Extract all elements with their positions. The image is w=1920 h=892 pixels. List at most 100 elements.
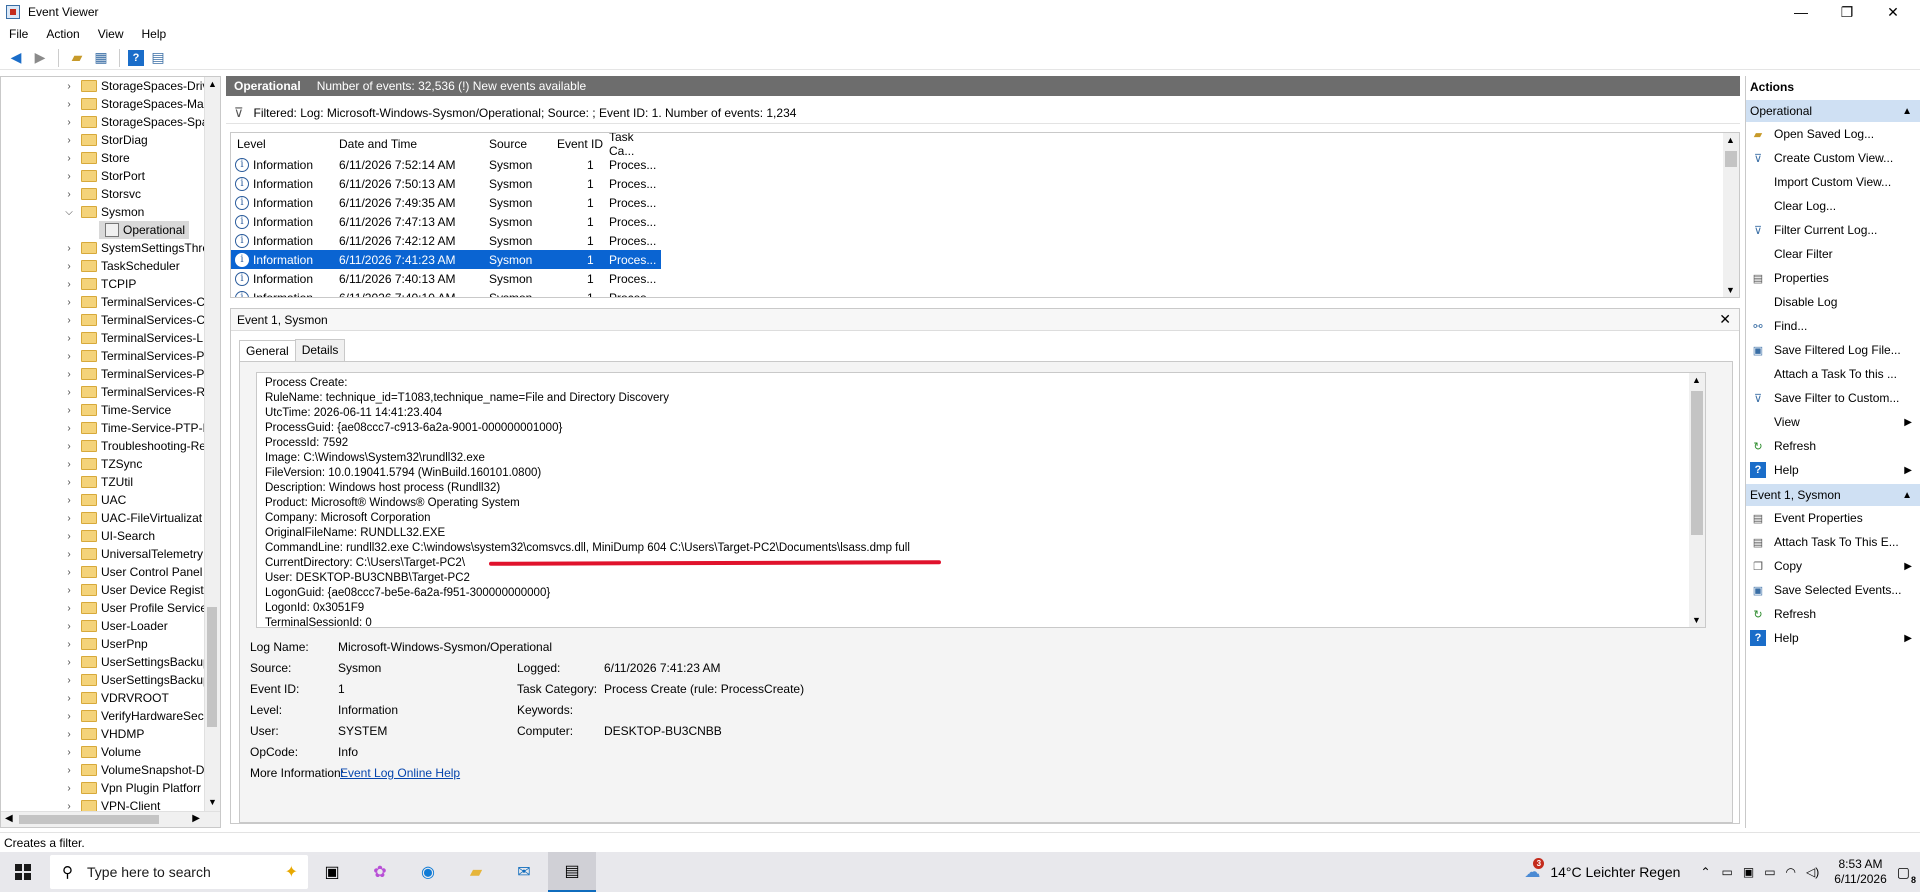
chevron-right-icon[interactable]: › <box>63 315 75 326</box>
chevron-right-icon[interactable]: › <box>63 801 75 812</box>
tree-item[interactable]: › TerminalServices-R <box>63 383 205 401</box>
action-item[interactable]: ↻ Refresh <box>1746 434 1920 458</box>
tree-item[interactable]: › TerminalServices-L <box>63 329 203 347</box>
action-item[interactable]: Import Custom View... <box>1746 170 1920 194</box>
tree-item[interactable]: › TZSync <box>63 455 142 473</box>
tree-hscroll-thumb[interactable] <box>19 815 159 824</box>
tree-item[interactable]: › VolumeSnapshot-D <box>63 761 204 779</box>
action-item[interactable]: ? Help ▶ <box>1746 626 1920 650</box>
tree-item[interactable]: › Time-Service-PTP-I <box>63 419 206 437</box>
tree-item[interactable]: › TCPIP <box>63 275 136 293</box>
event-row[interactable]: i Information 6/11/2026 7:41:23 AM Sysmon 1 P… <box>231 250 661 269</box>
close-icon[interactable]: ✕ <box>1719 311 1731 328</box>
chevron-right-icon[interactable]: › <box>63 243 75 254</box>
up-folder-icon[interactable]: ▰ <box>67 48 87 68</box>
chevron-right-icon[interactable]: › <box>63 675 75 686</box>
tree-item[interactable]: › Volume <box>63 743 141 761</box>
volume-icon[interactable]: ◁) <box>1806 865 1819 879</box>
collapse-caret-icon[interactable]: ▲ <box>1902 490 1912 501</box>
copilot-icon[interactable]: ✿ <box>356 852 404 892</box>
show-hide-tree-icon[interactable]: ▦ <box>91 48 111 68</box>
menu-help[interactable]: Help <box>133 27 176 41</box>
chevron-right-icon[interactable]: › <box>63 279 75 290</box>
event-row[interactable]: i Information 6/11/2026 7:47:13 AM Sysmon 1 P… <box>231 212 661 231</box>
action-item[interactable]: ▰ Open Saved Log... <box>1746 122 1920 146</box>
menu-action[interactable]: Action <box>37 27 88 41</box>
chevron-right-icon[interactable]: › <box>63 459 75 470</box>
display-icon[interactable]: ▭ <box>1764 865 1775 879</box>
tree-item[interactable]: › UAC <box>63 491 126 509</box>
actions-section-event[interactable]: Event 1, Sysmon ▲ <box>1746 484 1920 506</box>
minimize-button[interactable]: — <box>1778 0 1824 24</box>
action-item[interactable]: Attach a Task To this ... <box>1746 362 1920 386</box>
description-scroll-thumb[interactable] <box>1691 391 1703 535</box>
actions-section-operational[interactable]: Operational ▲ <box>1746 100 1920 122</box>
tree-item[interactable]: › User-Loader <box>63 617 167 635</box>
chevron-right-icon[interactable]: › <box>63 441 75 452</box>
action-item[interactable]: ▤ Attach Task To This E... <box>1746 530 1920 554</box>
chevron-right-icon[interactable]: › <box>63 99 75 110</box>
tree-item[interactable]: › UserSettingsBackup <box>63 653 209 671</box>
tree-item[interactable]: › StorDiag <box>63 131 147 149</box>
action-item[interactable]: ↻ Refresh <box>1746 602 1920 626</box>
tree-item[interactable]: › TerminalServices-C <box>63 293 205 311</box>
notification-icon[interactable]: ▢ 8 <box>1897 864 1916 885</box>
tree-item[interactable]: › Store <box>63 149 129 167</box>
chevron-right-icon[interactable]: › <box>63 549 75 560</box>
forward-arrow-icon[interactable]: ▶ <box>30 48 50 68</box>
chevron-right-icon[interactable]: › <box>63 351 75 362</box>
menu-view[interactable]: View <box>89 27 133 41</box>
taskbar-search-box[interactable]: ⚲ Type here to search ✦ <box>50 855 308 889</box>
outlook-icon[interactable]: ✉ <box>500 852 548 892</box>
action-item[interactable]: ⊽ Filter Current Log... <box>1746 218 1920 242</box>
tree-item[interactable]: › Troubleshooting-Re <box>63 437 206 455</box>
tree-item[interactable]: › User Device Registr <box>63 581 207 599</box>
tree-item[interactable]: › TaskScheduler <box>63 257 179 275</box>
action-item[interactable]: ▤ Properties <box>1746 266 1920 290</box>
event-log-online-help-link[interactable]: Event Log Online Help <box>340 766 460 780</box>
tree-vertical-scrollbar[interactable]: ▲ ▼ <box>204 77 220 827</box>
collapse-caret-icon[interactable]: ▲ <box>1902 106 1912 117</box>
chevron-right-icon[interactable]: › <box>63 783 75 794</box>
tree-item[interactable]: › Time-Service <box>63 401 171 419</box>
action-item[interactable]: ? Help ▶ <box>1746 458 1920 482</box>
tree-horizontal-scrollbar[interactable]: ◀ ▶ <box>1 811 220 827</box>
chevron-right-icon[interactable]: › <box>63 495 75 506</box>
tree-item[interactable]: › VerifyHardwareSecu <box>63 707 210 725</box>
chevron-right-icon[interactable]: › <box>63 387 75 398</box>
menu-file[interactable]: File <box>0 27 37 41</box>
chevron-right-icon[interactable]: › <box>63 153 75 164</box>
file-explorer-icon[interactable]: ▰ <box>452 852 500 892</box>
tree-item[interactable]: › StorageSpaces-Driv <box>63 77 208 95</box>
action-item[interactable]: ⊽ Save Filter to Custom... <box>1746 386 1920 410</box>
tree-item[interactable]: › UniversalTelemetry <box>63 545 203 563</box>
tree-item[interactable]: › TerminalServices-P <box>63 347 204 365</box>
weather-text[interactable]: 14°C Leichter Regen <box>1550 864 1680 880</box>
start-button[interactable] <box>0 852 46 892</box>
tree-item[interactable]: ⌵ Sysmon <box>63 203 144 221</box>
action-item[interactable]: ▣ Save Filtered Log File... <box>1746 338 1920 362</box>
chevron-right-icon[interactable]: › <box>63 81 75 92</box>
event-row[interactable]: i Information 6/11/2026 7:40:10 AM Sysmon 1 P… <box>231 288 661 297</box>
chevron-right-icon[interactable]: › <box>63 729 75 740</box>
chevron-right-icon[interactable]: › <box>63 639 75 650</box>
task-view-icon[interactable]: ▣ <box>308 852 356 892</box>
tree-item[interactable]: › StorPort <box>63 167 145 185</box>
tree-item[interactable]: › UAC-FileVirtualizat <box>63 509 202 527</box>
chevron-right-icon[interactable]: › <box>63 117 75 128</box>
tree-item[interactable]: › User Control Panel <box>63 563 202 581</box>
event-row[interactable]: i Information 6/11/2026 7:50:13 AM Sysmon 1 P… <box>231 174 661 193</box>
tab-details[interactable]: Details <box>294 339 346 361</box>
chevron-right-icon[interactable]: › <box>63 405 75 416</box>
chevron-up-icon[interactable]: ⌃ <box>1700 865 1710 879</box>
tree-item[interactable]: › TerminalServices-C <box>63 311 205 329</box>
tree-item[interactable]: › TerminalServices-P <box>63 365 204 383</box>
tree-item[interactable]: › Storsvc <box>63 185 141 203</box>
chevron-right-icon[interactable]: › <box>63 477 75 488</box>
tree-item[interactable]: › SystemSettingsThre <box>63 239 209 257</box>
column-level[interactable]: Level <box>237 137 266 151</box>
action-item[interactable]: View ▶ <box>1746 410 1920 434</box>
tree-item[interactable]: › UI-Search <box>63 527 155 545</box>
tab-general[interactable]: General <box>239 340 296 362</box>
edge-icon[interactable]: ◉ <box>404 852 452 892</box>
